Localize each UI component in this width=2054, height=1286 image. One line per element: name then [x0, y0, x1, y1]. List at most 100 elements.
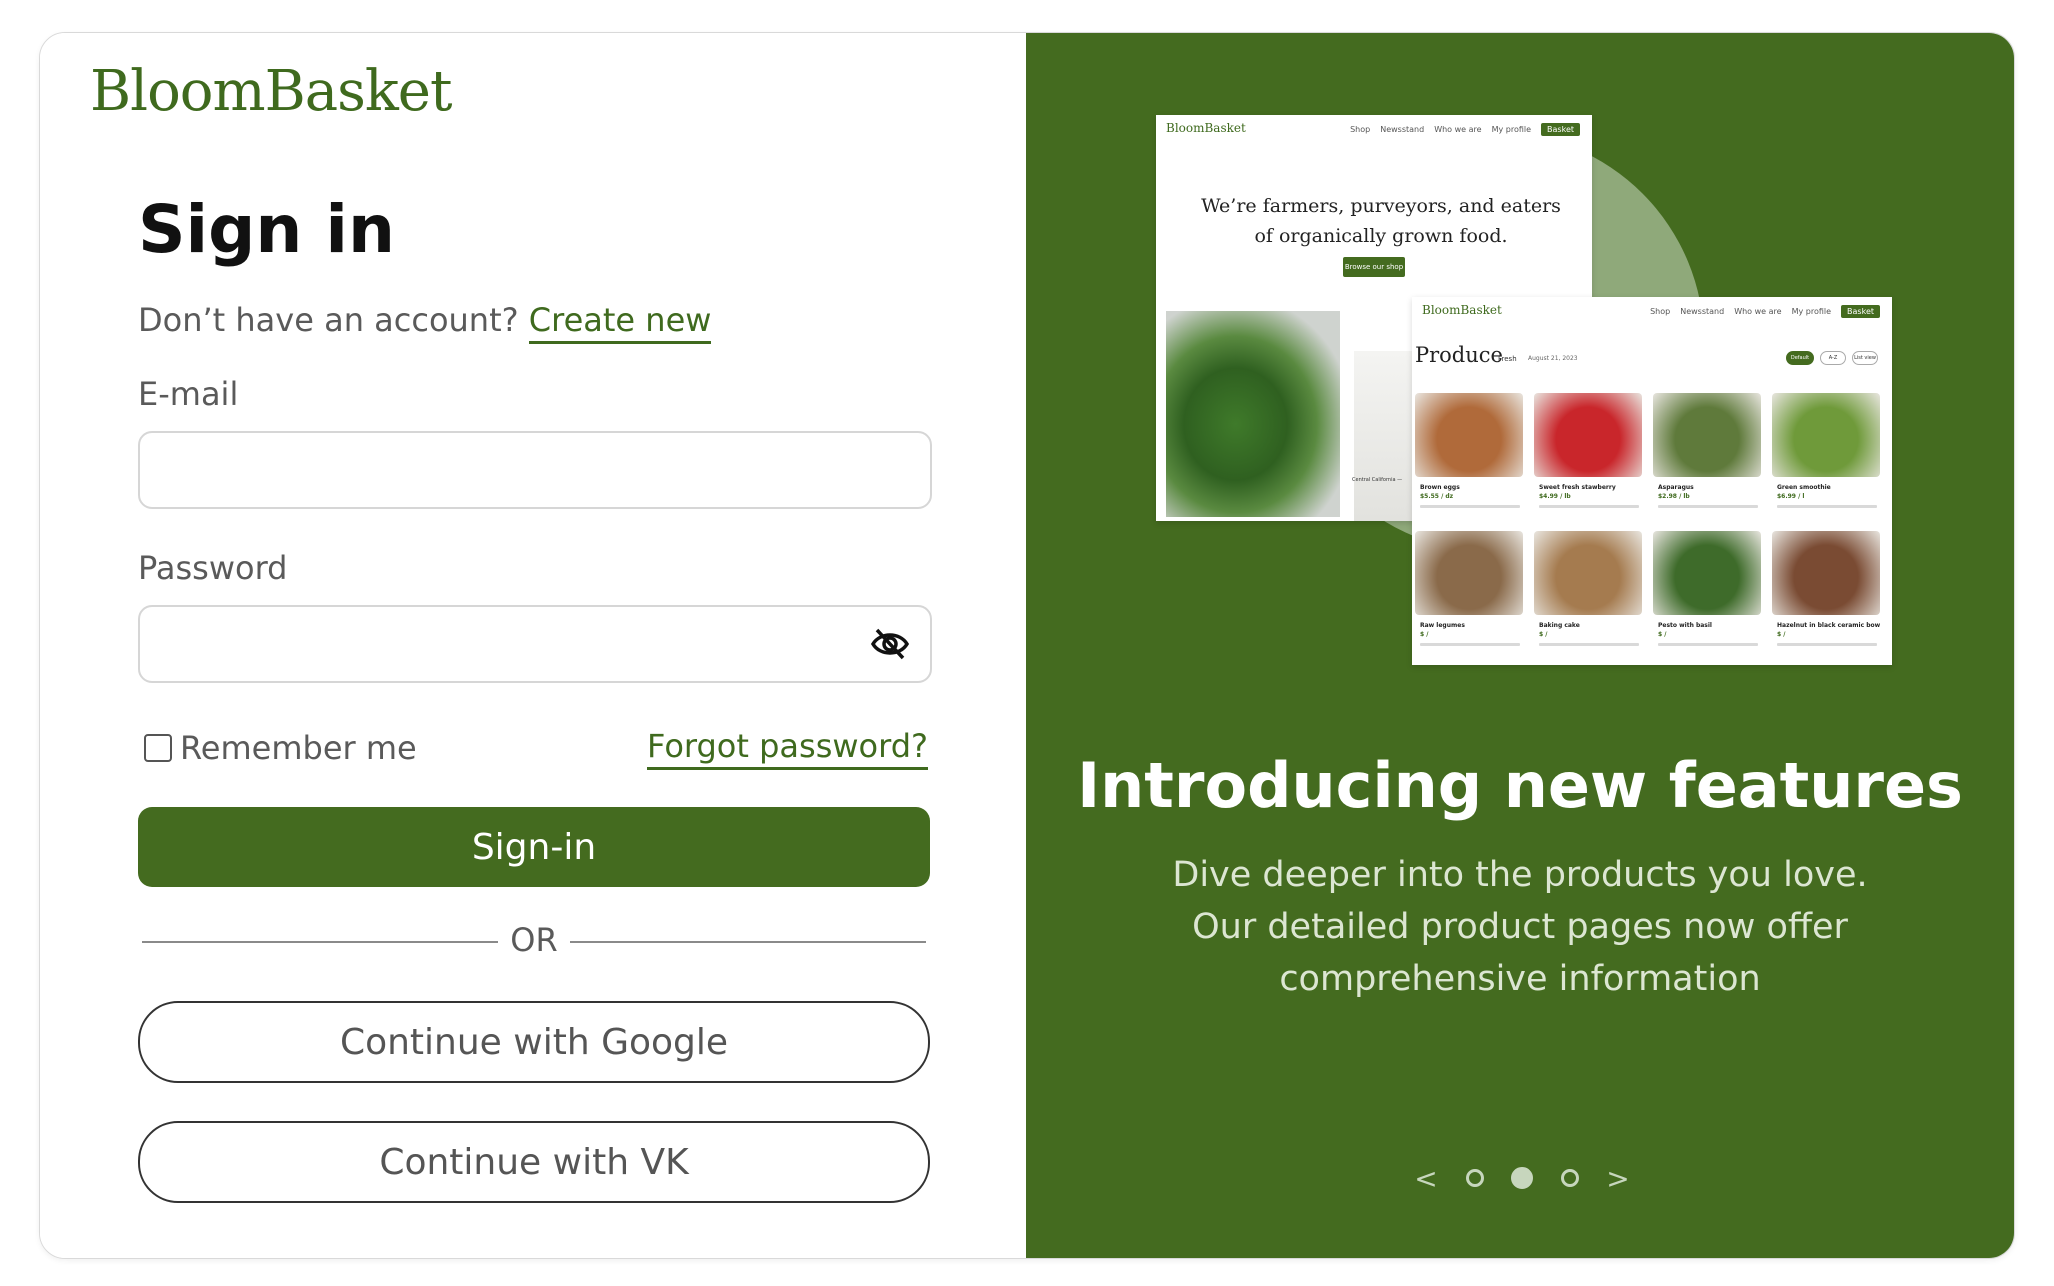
preview-basket: Basket: [1841, 305, 1880, 318]
feature-preview: BloomBasket Shop Newsstand Who we are My…: [1026, 33, 2014, 713]
email-field[interactable]: [138, 431, 932, 509]
product-tile: Raw legumes $ /: [1415, 531, 1523, 659]
product-tile: Sweet fresh stawberry $4.99 / lb: [1534, 393, 1642, 521]
product-description: [1539, 643, 1639, 646]
carousel-next-button[interactable]: >: [1606, 1162, 1630, 1195]
preview-hero-button: Browse our shop: [1343, 257, 1405, 277]
product-description: [1777, 505, 1877, 508]
product-tile: Hazelnut in black ceramic bow $ /: [1772, 531, 1880, 659]
promo-description-line: Dive deeper into the products you love.: [1172, 855, 1868, 895]
product-name: Pesto with basil: [1658, 622, 1712, 629]
preview-filter-default: Default: [1786, 351, 1814, 365]
product-photo: [1415, 531, 1523, 615]
preview-nav-shop: Shop: [1350, 125, 1371, 134]
product-tile: Asparagus $2.98 / lb: [1653, 393, 1761, 521]
product-price: $4.99 / lb: [1539, 493, 1571, 500]
product-name: Sweet fresh stawberry: [1539, 484, 1616, 491]
preview-produce-heading: Produce: [1415, 343, 1503, 367]
preview-nav-who: Who we are: [1734, 307, 1782, 316]
preview-filter-az: A-Z: [1820, 351, 1846, 365]
product-photo: [1534, 393, 1642, 477]
preview-nav-profile: My profile: [1491, 125, 1532, 134]
remember-me-label: Remember me: [180, 729, 417, 767]
promo-panel: BloomBasket Shop Newsstand Who we are My…: [1026, 33, 2014, 1258]
carousel-prev-button[interactable]: <: [1414, 1162, 1438, 1195]
product-name: Green smoothie: [1777, 484, 1831, 491]
page-title: Sign in: [138, 191, 395, 268]
remember-me-checkbox[interactable]: [144, 734, 172, 762]
product-price: $2.98 / lb: [1658, 493, 1690, 500]
greens-photo: [1166, 311, 1340, 517]
preview-hero-line1: We’re farmers, purveyors, and eaters: [1201, 195, 1561, 217]
product-tile: Pesto with basil $ /: [1653, 531, 1761, 659]
product-tile: Baking cake $ /: [1534, 531, 1642, 659]
product-price: $6.99 / l: [1777, 493, 1805, 500]
promo-description-line: Our detailed product pages now offer: [1192, 907, 1848, 947]
product-tile: Green smoothie $6.99 / l: [1772, 393, 1880, 521]
product-photo: [1415, 393, 1523, 477]
preview-logo: BloomBasket: [1422, 303, 1502, 317]
preview-nav-who: Who we are: [1434, 125, 1482, 134]
remember-me[interactable]: Remember me: [144, 729, 417, 767]
signin-panel: BloomBasket Sign in Don’t have an accoun…: [40, 33, 1026, 1258]
create-account-link[interactable]: Create new: [528, 301, 712, 344]
product-price: $ /: [1658, 631, 1667, 638]
account-prompt-text: Don’t have an account?: [138, 301, 519, 339]
product-tile: Brown eggs $5.55 / dz: [1415, 393, 1523, 521]
product-name: Raw legumes: [1420, 622, 1465, 629]
product-description: [1777, 643, 1877, 646]
product-name: Brown eggs: [1420, 484, 1460, 491]
product-description: [1420, 505, 1520, 508]
preview-produce-tag: Fresh: [1498, 355, 1517, 363]
password-label: Password: [138, 549, 288, 587]
brand-logo[interactable]: BloomBasket: [90, 59, 452, 124]
account-prompt: Don’t have an account? Create new: [138, 301, 712, 344]
promo-headline: Introducing new features: [1077, 749, 1963, 822]
product-name: Hazelnut in black ceramic bow: [1777, 622, 1881, 629]
product-price: $ /: [1539, 631, 1548, 638]
product-description: [1539, 505, 1639, 508]
preview-filter-list: List view: [1852, 351, 1878, 365]
preview-produce-date: August 21, 2023: [1528, 355, 1578, 362]
preview-basket: Basket: [1541, 123, 1580, 136]
preview-caption: Central California —: [1352, 477, 1403, 483]
preview-nav-newsstand: Newsstand: [1680, 307, 1725, 316]
hide-password-icon[interactable]: [870, 626, 910, 662]
signin-button[interactable]: Sign-in: [138, 807, 930, 887]
product-photo: [1653, 393, 1761, 477]
product-name: Baking cake: [1539, 622, 1580, 629]
preview-hero: We’re farmers, purveyors, and eaters of …: [1196, 191, 1566, 251]
product-photo: [1653, 531, 1761, 615]
preview-nav-shop: Shop: [1650, 307, 1671, 316]
google-signin-button[interactable]: Continue with Google: [138, 1001, 930, 1083]
preview-photo: [1354, 351, 1414, 521]
email-label: E-mail: [138, 375, 239, 413]
produce-page-preview: BloomBasket Shop Newsstand Who we are My…: [1412, 297, 1892, 665]
preview-nav-newsstand: Newsstand: [1380, 125, 1425, 134]
carousel-dot-3[interactable]: [1560, 1169, 1579, 1187]
product-price: $5.55 / dz: [1420, 493, 1454, 500]
product-description: [1658, 505, 1758, 508]
vk-signin-button[interactable]: Continue with VK: [138, 1121, 930, 1203]
promo-description-line: comprehensive information: [1279, 959, 1761, 999]
product-photo: [1534, 531, 1642, 615]
product-name: Asparagus: [1658, 484, 1694, 491]
product-photo: [1772, 393, 1880, 477]
product-description: [1658, 643, 1758, 646]
preview-hero-line2: of organically grown food.: [1254, 225, 1508, 247]
carousel-dot-2[interactable]: [1511, 1167, 1533, 1189]
preview-nav: BloomBasket Shop Newsstand Who we are My…: [1412, 297, 1892, 327]
signin-card: BloomBasket Sign in Don’t have an accoun…: [39, 32, 2015, 1259]
or-text: OR: [510, 921, 558, 959]
password-field[interactable]: [138, 605, 932, 683]
product-price: $ /: [1420, 631, 1429, 638]
product-price: $ /: [1777, 631, 1786, 638]
forgot-password-link[interactable]: Forgot password?: [647, 727, 928, 770]
or-divider: OR: [138, 921, 930, 961]
product-grid: Brown eggs $5.55 / dz Sweet fresh stawberr…: [1415, 393, 1885, 659]
product-description: [1420, 643, 1520, 646]
preview-filters: Default A-Z List view: [1786, 351, 1878, 365]
promo-description: Dive deeper into the products you love. …: [1120, 849, 1920, 1005]
carousel-dot-1[interactable]: [1465, 1169, 1484, 1187]
preview-logo: BloomBasket: [1166, 121, 1246, 135]
